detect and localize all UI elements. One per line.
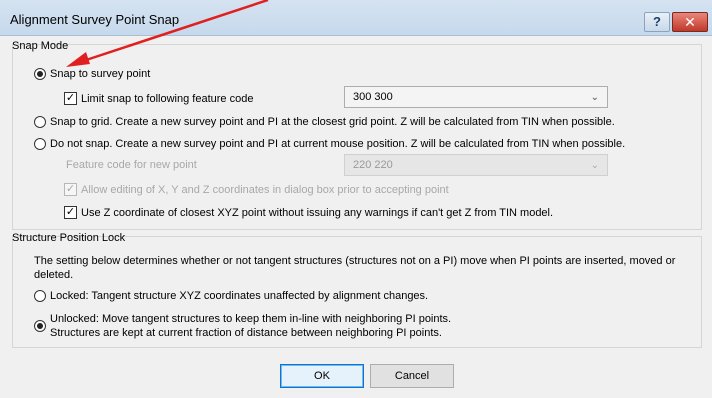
- chevron-down-icon: ⌄: [590, 159, 599, 171]
- unlocked-radio[interactable]: Unlocked: Move tangent structures to kee…: [34, 312, 451, 340]
- title-bar: Alignment Survey Point Snap ? ✕: [0, 0, 712, 36]
- radio-unselected-icon: [34, 138, 46, 150]
- snap-mode-label: Snap Mode: [12, 40, 69, 52]
- close-button[interactable]: ✕: [672, 12, 708, 32]
- no-snap-label: Do not snap. Create a new survey point a…: [50, 138, 626, 150]
- chevron-down-icon: ⌄: [590, 91, 599, 103]
- snap-grid-label: Snap to grid. Create a new survey point …: [50, 116, 615, 128]
- radio-unselected-icon: [34, 116, 46, 128]
- radio-selected-icon: [34, 68, 46, 80]
- snap-survey-label: Snap to survey point: [50, 68, 151, 80]
- use-z-label: Use Z coordinate of closest XYZ point wi…: [81, 206, 554, 219]
- help-button[interactable]: ?: [644, 12, 670, 32]
- snap-grid-radio[interactable]: Snap to grid. Create a new survey point …: [34, 116, 615, 128]
- radio-unselected-icon: [34, 290, 46, 302]
- allow-edit-label: Allow editing of X, Y and Z coordinates …: [81, 183, 449, 196]
- checkbox-checked-icon: ✓: [64, 183, 77, 196]
- cancel-button[interactable]: Cancel: [370, 364, 454, 388]
- unlocked-label-line1: Unlocked: Move tangent structures to kee…: [50, 313, 452, 325]
- structure-lock-label: Structure Position Lock: [12, 232, 126, 244]
- feature-code-value: 300 300: [353, 91, 393, 103]
- window-title: Alignment Survey Point Snap: [10, 12, 180, 27]
- snap-survey-radio[interactable]: Snap to survey point: [34, 68, 150, 80]
- ok-button[interactable]: OK: [280, 364, 364, 388]
- checkbox-checked-icon: ✓: [64, 206, 77, 219]
- unlocked-label-line2: Structures are kept at current fraction …: [50, 327, 442, 339]
- new-code-label: Feature code for new point: [66, 159, 197, 171]
- use-z-checkbox[interactable]: ✓ Use Z coordinate of closest XYZ point …: [64, 206, 553, 219]
- locked-label: Locked: Tangent structure XYZ coordinate…: [50, 290, 429, 302]
- structure-description: The setting below determines whether or …: [34, 255, 676, 281]
- dialog-content: Snap Mode Snap to survey point ✓ Limit s…: [0, 36, 712, 398]
- new-code-value: 220 220: [353, 159, 393, 171]
- limit-snap-checkbox[interactable]: ✓ Limit snap to following feature code: [64, 92, 253, 105]
- no-snap-radio[interactable]: Do not snap. Create a new survey point a…: [34, 138, 625, 150]
- locked-radio[interactable]: Locked: Tangent structure XYZ coordinate…: [34, 290, 428, 302]
- new-code-select[interactable]: 220 220 ⌄: [344, 154, 608, 176]
- unlocked-text: Unlocked: Move tangent structures to kee…: [50, 312, 451, 340]
- checkbox-checked-icon: ✓: [64, 92, 77, 105]
- limit-snap-label: Limit snap to following feature code: [81, 92, 254, 105]
- feature-code-select[interactable]: 300 300 ⌄: [344, 86, 608, 108]
- allow-edit-checkbox[interactable]: ✓ Allow editing of X, Y and Z coordinate…: [64, 183, 449, 196]
- radio-selected-icon: [34, 320, 46, 332]
